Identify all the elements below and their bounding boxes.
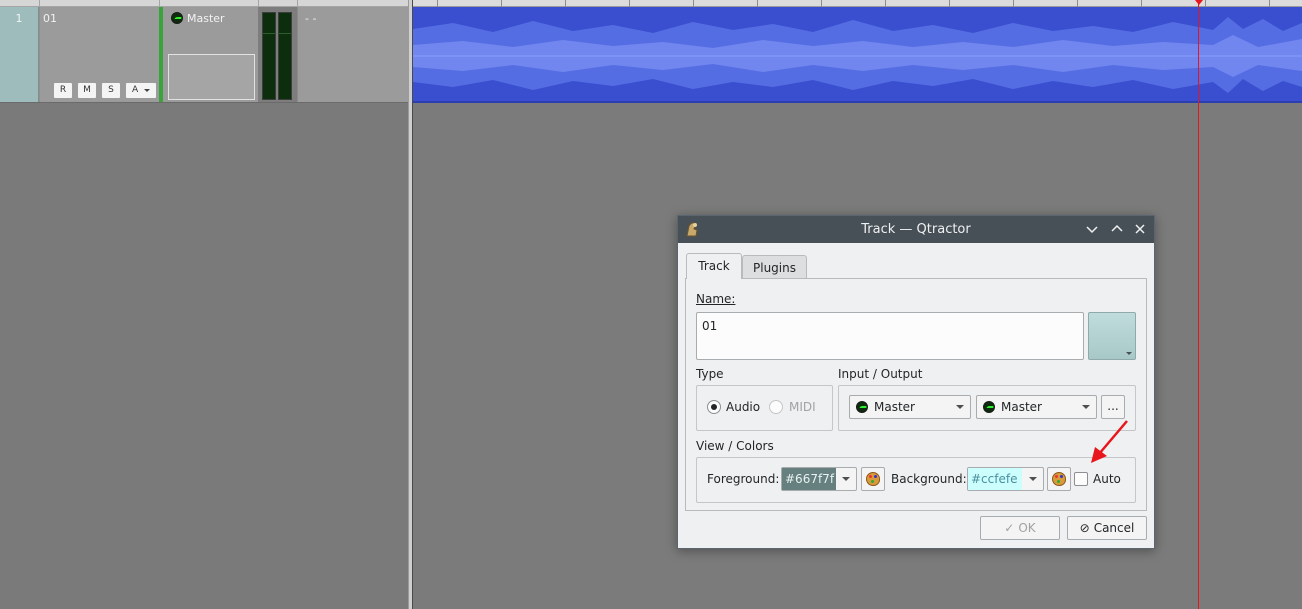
midi-radio-label: MIDI	[789, 400, 816, 414]
track-name-input[interactable]: 01	[696, 312, 1084, 360]
dialog-title: Track — Qtractor	[861, 222, 971, 237]
minimize-button[interactable]	[1084, 221, 1100, 237]
solo-button[interactable]: S	[101, 82, 121, 99]
cancel-button-label: Cancel	[1093, 521, 1135, 535]
view-colors-label: View / Colors	[696, 439, 774, 453]
track-bus-cell[interactable]: Master	[159, 7, 258, 102]
chevron-down-icon	[144, 89, 150, 92]
chevron-down-icon	[842, 477, 850, 481]
input-bus-select[interactable]: Master	[849, 395, 971, 419]
name-label: Name:	[696, 292, 736, 306]
chevron-up-icon	[1111, 224, 1123, 232]
meter-right	[278, 12, 292, 100]
output-bus-select[interactable]: Master	[976, 395, 1097, 419]
foreground-palette-button[interactable]	[861, 467, 885, 491]
foreground-color-select[interactable]: #667f7f	[781, 467, 857, 491]
chevron-down-icon	[1086, 226, 1098, 234]
track-number: 1	[0, 7, 39, 102]
audio-radio-label[interactable]: Audio	[726, 400, 760, 414]
check-icon: ✓	[1004, 521, 1015, 535]
view-colors-group: Foreground: #667f7f Background: #ccfefe …	[696, 457, 1136, 503]
cancel-button[interactable]: ⊘ Cancel	[1067, 516, 1147, 540]
tab-track[interactable]: Track	[686, 253, 742, 279]
playhead[interactable]	[1198, 0, 1199, 609]
track-tab-panel: Name: 01 Type Audio MIDI Input / Output …	[685, 278, 1147, 511]
background-color-value: #ccfefe	[968, 468, 1022, 490]
palette-icon	[866, 472, 880, 486]
midi-radio	[769, 400, 783, 414]
auto-color-checkbox[interactable]	[1074, 472, 1088, 486]
audio-bus-icon	[983, 401, 995, 413]
palette-icon	[1052, 472, 1066, 486]
timeline-ruler[interactable]	[413, 0, 1302, 7]
chevron-down-icon	[1029, 477, 1037, 481]
type-label: Type	[696, 367, 724, 381]
track-extra-cell: - -	[297, 7, 408, 102]
annotation-arrow-icon	[1091, 420, 1128, 463]
ok-button-label: OK	[1018, 521, 1036, 535]
tab-plugins[interactable]: Plugins	[742, 255, 807, 279]
record-button[interactable]: R	[53, 82, 73, 99]
track-list-pane[interactable]: 1 01 R M S A Master - -	[0, 0, 408, 609]
close-button[interactable]	[1132, 221, 1148, 237]
chevron-down-icon	[1082, 405, 1090, 409]
playhead-marker-icon[interactable]	[1195, 0, 1203, 5]
waveform-icon	[413, 17, 1302, 93]
track-name: 01	[43, 12, 57, 25]
track-list-header	[0, 0, 408, 7]
track-row[interactable]: 1 01 R M S A Master - -	[0, 7, 408, 103]
audio-bus-icon	[171, 12, 183, 24]
meter-left	[262, 12, 276, 100]
dialog-titlebar[interactable]: Track — Qtractor	[678, 216, 1154, 243]
close-icon	[1135, 224, 1145, 234]
foreground-color-value: #667f7f	[782, 468, 836, 490]
automation-button[interactable]: A	[125, 82, 157, 99]
track-extra-text: - -	[305, 12, 317, 25]
automation-button-label: A	[132, 85, 139, 95]
audio-radio[interactable]	[707, 400, 721, 414]
cancel-icon: ⊘	[1079, 521, 1090, 535]
plugin-list[interactable]	[168, 54, 255, 100]
io-label: Input / Output	[838, 367, 923, 381]
background-color-select[interactable]: #ccfefe	[967, 467, 1044, 491]
mute-button[interactable]: M	[77, 82, 97, 99]
background-palette-button[interactable]	[1047, 467, 1071, 491]
track-color-button[interactable]	[1088, 312, 1136, 360]
background-label: Background:	[891, 472, 967, 486]
input-bus-value: Master	[874, 400, 915, 414]
maximize-button[interactable]	[1109, 221, 1125, 237]
ok-button: ✓ OK	[980, 516, 1060, 540]
audio-clip[interactable]	[413, 7, 1302, 103]
output-bus-value: Master	[1001, 400, 1042, 414]
bus-settings-button[interactable]: ...	[1101, 395, 1125, 419]
foreground-label: Foreground:	[707, 472, 780, 486]
type-group: Audio MIDI	[696, 385, 833, 431]
track-meter-cell	[258, 7, 297, 102]
chevron-down-icon	[956, 405, 964, 409]
auto-color-label[interactable]: Auto	[1093, 472, 1121, 486]
track-dialog[interactable]: Track — Qtractor Track Plugins Name: 01 …	[677, 215, 1155, 549]
track-name-cell[interactable]: 01 R M S A	[40, 7, 159, 102]
track-bus-name: Master	[187, 12, 225, 25]
audio-bus-icon	[856, 401, 868, 413]
